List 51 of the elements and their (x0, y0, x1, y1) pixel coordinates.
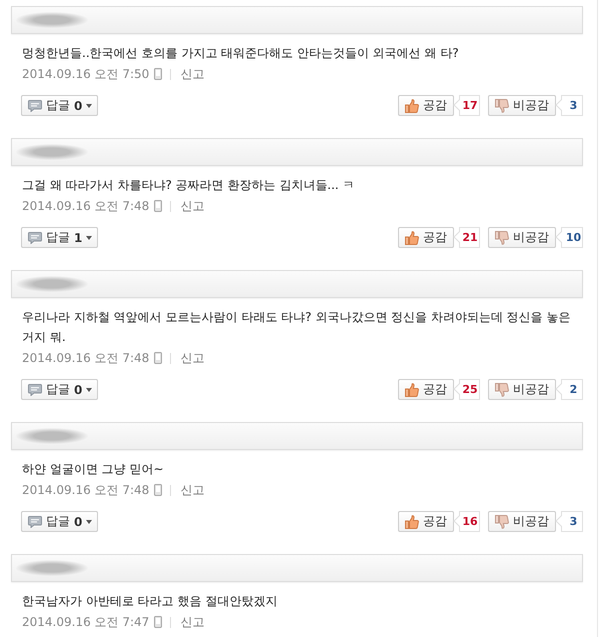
like-button[interactable]: 공감 (398, 511, 454, 532)
caret-icon (86, 104, 92, 108)
reply-button[interactable]: 답글 0 (21, 379, 98, 400)
report-link[interactable]: 신고 (180, 614, 204, 630)
thumbs-down-icon (495, 98, 509, 112)
thumbs-up-icon (405, 382, 419, 396)
reply-button[interactable]: 답글 1 (21, 227, 98, 248)
comment-text: 하얀 얼굴이면 그냥 믿어~ (21, 461, 164, 478)
dislike-count: 3 (556, 95, 583, 116)
report-link[interactable]: 신고 (180, 198, 204, 214)
thumbs-down-icon (495, 230, 509, 244)
comment-text: 그걸 왜 따라가서 차를타냐? 공짜라면 환장하는 김치녀들... ㅋ (21, 177, 356, 194)
comment-date: 2014.09.16 오전 7:48 (22, 198, 150, 214)
comment-text: 멍청한년들..한국에선 호의를 가지고 태워준다해도 안타는것들이 외국에선 왜 타? (21, 45, 460, 62)
report-link[interactable]: 신고 (180, 350, 204, 366)
comment-date: 2014.09.16 오전 7:47 (22, 614, 150, 630)
comment-text: 한국남자가 아반테로 타라고 했음 절대안탔겠지 (21, 593, 278, 610)
comment-date: 2014.09.16 오전 7:48 (22, 350, 150, 366)
dislike-count: 2 (556, 379, 583, 400)
dislike-button[interactable]: 비공감 (488, 511, 556, 532)
dislike-button[interactable]: 비공감 (488, 95, 556, 116)
speech-bubble-icon (28, 232, 42, 244)
thumbs-down-icon (495, 514, 509, 528)
like-count: 16 (454, 511, 480, 532)
reply-button[interactable]: 답글 0 (21, 95, 98, 116)
like-button[interactable]: 공감 (398, 227, 454, 248)
thumbs-down-icon (495, 382, 509, 396)
report-link[interactable]: 신고 (180, 66, 204, 82)
speech-bubble-icon (28, 100, 42, 112)
like-button[interactable]: 공감 (398, 95, 454, 116)
caret-icon (86, 236, 92, 240)
dislike-count: 10 (556, 227, 583, 248)
comment-date: 2014.09.16 오전 7:50 (22, 66, 150, 82)
like-count: 21 (454, 227, 480, 248)
dislike-button[interactable]: 비공감 (488, 379, 556, 400)
thumbs-up-icon (405, 514, 419, 528)
speech-bubble-icon (28, 384, 42, 396)
reply-button[interactable]: 답글 0 (21, 511, 98, 532)
dislike-count: 3 (556, 511, 583, 532)
report-link[interactable]: 신고 (180, 482, 204, 498)
comment-date: 2014.09.16 오전 7:48 (22, 482, 150, 498)
comment-text: 우리나라 지하철 역앞에서 모르는사람이 타래도 타냐? 외국나갔으면 정신을 차려야되는데 정신을 놓은 거지 뭐. (21, 309, 572, 346)
like-count: 17 (454, 95, 480, 116)
like-count: 25 (454, 379, 480, 400)
dislike-button[interactable]: 비공감 (488, 227, 556, 248)
thumbs-up-icon (405, 98, 419, 112)
speech-bubble-icon (28, 516, 42, 528)
caret-icon (86, 388, 92, 392)
thumbs-up-icon (405, 230, 419, 244)
caret-icon (86, 520, 92, 524)
like-button[interactable]: 공감 (398, 379, 454, 400)
